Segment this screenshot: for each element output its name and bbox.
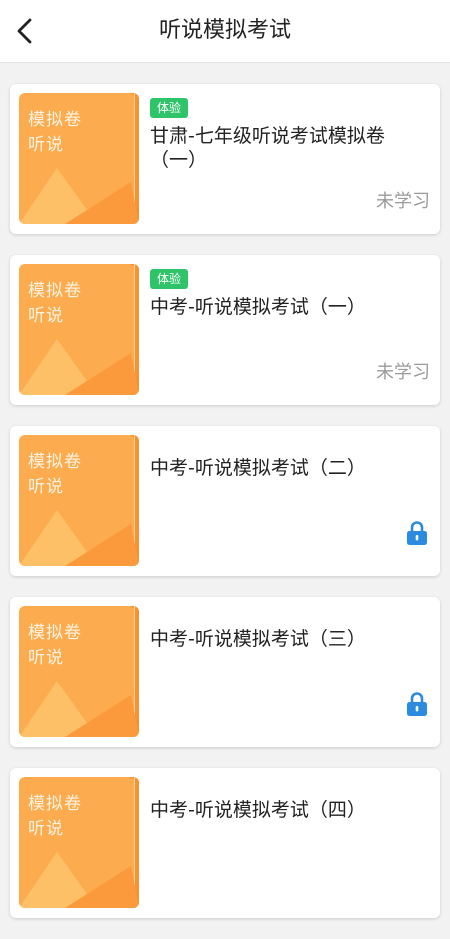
exam-title: 中考-听说模拟考试（二）: [150, 457, 366, 479]
exam-card[interactable]: 模拟卷 听说 中考-听说模拟考试（三）: [10, 597, 440, 747]
mountain-graphic: [19, 852, 139, 908]
cover-sublabel: 听说: [28, 648, 64, 668]
cover-sublabel: 听说: [28, 819, 64, 839]
exam-card[interactable]: 模拟卷 听说 体验 甘肃-七年级听说考试模拟卷（一） 未学习: [10, 84, 440, 234]
exam-card[interactable]: 模拟卷 听说 中考-听说模拟考试（四）: [10, 768, 440, 918]
exam-title: 中考-听说模拟考试（一）: [150, 296, 366, 318]
exam-title: 中考-听说模拟考试（三）: [150, 628, 366, 650]
exam-cover: 模拟卷 听说: [19, 606, 139, 737]
trial-badge: 体验: [150, 269, 189, 289]
cover-sublabel: 听说: [28, 306, 64, 326]
cover-label: 模拟卷: [28, 110, 82, 130]
exam-list: 模拟卷 听说 体验 甘肃-七年级听说考试模拟卷（一） 未学习 模拟卷 听说 体验…: [10, 84, 440, 939]
cover-label: 模拟卷: [28, 794, 82, 814]
exam-title: 中考-听说模拟考试（四）: [150, 799, 366, 821]
mountain-graphic: [19, 681, 139, 737]
exam-cover: 模拟卷 听说: [19, 264, 139, 395]
page-title: 听说模拟考试: [158, 18, 291, 43]
exam-title: 甘肃-七年级听说考试模拟卷（一）: [150, 125, 385, 171]
app-header: 听说模拟考试: [0, 0, 450, 63]
study-status: 未学习: [376, 191, 430, 212]
exam-cover: 模拟卷 听说: [19, 435, 139, 566]
cover-label: 模拟卷: [28, 623, 82, 643]
lock-icon[interactable]: [406, 691, 428, 717]
mountain-graphic: [19, 339, 139, 395]
exam-cover: 模拟卷 听说: [19, 93, 139, 224]
cover-sublabel: 听说: [28, 135, 64, 155]
cover-sublabel: 听说: [28, 477, 64, 497]
study-status: 未学习: [376, 362, 430, 383]
mountain-graphic: [19, 168, 139, 224]
exam-cover: 模拟卷 听说: [19, 777, 139, 908]
cover-label: 模拟卷: [28, 452, 82, 472]
lock-icon[interactable]: [406, 520, 428, 546]
exam-card[interactable]: 模拟卷 听说 中考-听说模拟考试（二）: [10, 426, 440, 576]
exam-card[interactable]: 模拟卷 听说 体验 中考-听说模拟考试（一） 未学习: [10, 255, 440, 405]
mountain-graphic: [19, 510, 139, 566]
cover-label: 模拟卷: [28, 281, 82, 301]
trial-badge: 体验: [150, 98, 189, 118]
